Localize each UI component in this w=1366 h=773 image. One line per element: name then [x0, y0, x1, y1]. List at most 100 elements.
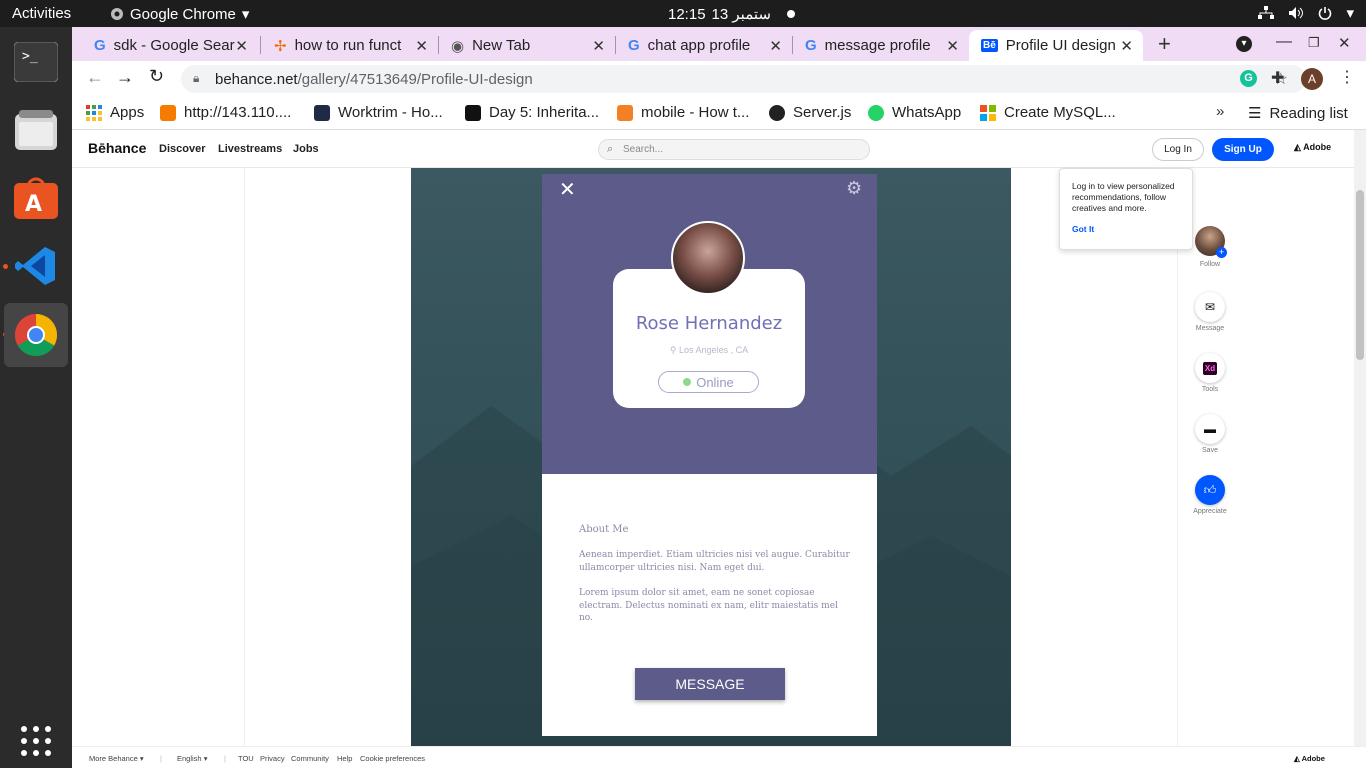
new-tab-icon[interactable]: +: [1158, 31, 1171, 57]
close-icon[interactable]: ✕: [946, 37, 959, 55]
more-bookmarks-icon[interactable]: »: [1216, 103, 1224, 120]
forward-icon[interactable]: →: [116, 67, 134, 88]
profile-avatar[interactable]: A: [1301, 68, 1323, 90]
close-icon[interactable]: ✕: [415, 37, 428, 55]
message-button[interactable]: ✉ Message: [1192, 292, 1228, 332]
address-bar[interactable]: 🔒︎ behance.net/gallery/47513649/Profile-…: [181, 65, 1306, 93]
save-button[interactable]: ▬ Save: [1192, 414, 1228, 454]
tab-sdk[interactable]: G sdk - Google Sear ✕: [82, 30, 258, 61]
bookmark-create-mysql[interactable]: Create MySQL...: [980, 104, 1116, 121]
rail-label: Appreciate: [1193, 508, 1227, 515]
tab-new-tab[interactable]: ◉ New Tab ✕: [439, 30, 615, 61]
footer-adobe-link[interactable]: ◭ Adobe: [1294, 754, 1325, 763]
tab-separator: [260, 36, 261, 54]
close-icon[interactable]: ✕: [1120, 37, 1133, 55]
clock-date: 13 ستمبر: [711, 6, 771, 23]
close-icon: ✕: [559, 179, 576, 201]
grammarly-icon[interactable]: G: [1240, 70, 1257, 87]
tools-button[interactable]: Xd Tools: [1192, 353, 1228, 393]
reading-list-icon: ☰: [1248, 105, 1262, 122]
tab-strip: G sdk - Google Sear ✕ ✢ how to run funct…: [72, 27, 1366, 61]
bookmark-whatsapp[interactable]: WhatsApp: [868, 104, 961, 121]
language-link[interactable]: English ▾: [177, 754, 207, 763]
close-window-icon[interactable]: ✕: [1338, 34, 1351, 52]
got-it-button[interactable]: Got It: [1072, 224, 1180, 235]
bookmark-stackoverflow[interactable]: mobile - How t...: [617, 104, 749, 121]
tab-title: sdk - Google Sear: [113, 37, 235, 54]
clock-time: 12:15: [668, 5, 706, 23]
extensions-icon[interactable]: ✚: [1271, 68, 1284, 88]
login-button[interactable]: Log In: [1152, 138, 1204, 161]
maximize-icon[interactable]: ❐: [1308, 35, 1320, 51]
vscode-icon[interactable]: [4, 234, 68, 298]
tab-chat-app-profile[interactable]: G chat app profile ✕: [616, 30, 792, 61]
chrome-icon[interactable]: [4, 303, 68, 367]
footer-link-community[interactable]: Community: [291, 754, 329, 763]
show-apps-icon[interactable]: [4, 709, 68, 773]
bookmark-worktrim[interactable]: Worktrim - Ho...: [314, 104, 443, 121]
tab-how-to-run[interactable]: ✢ how to run funct ✕: [262, 30, 438, 61]
divider: |: [160, 754, 162, 763]
tab-title: New Tab: [472, 37, 531, 54]
scrollbar-thumb[interactable]: [1356, 190, 1364, 360]
nav-livestreams[interactable]: Livestreams: [218, 143, 282, 155]
apps-grid-icon: [86, 104, 102, 121]
tooltip-text: Log in to view personalized recommendati…: [1072, 181, 1175, 213]
app-menu[interactable]: Google Chrome ▾: [110, 5, 249, 23]
footer-link-cookies[interactable]: Cookie preferences: [360, 754, 425, 763]
clock[interactable]: 12:15 13 ستمبر: [668, 5, 795, 23]
search-icon: ⌕: [607, 143, 614, 155]
svg-text:A: A: [25, 192, 42, 217]
system-tray[interactable]: ▾: [1258, 4, 1354, 22]
nav-jobs[interactable]: Jobs: [293, 143, 319, 155]
search-input[interactable]: ⌕ Search...: [598, 139, 870, 160]
tab-search-icon[interactable]: ▾: [1236, 36, 1252, 52]
svg-text:>_: >_: [22, 49, 38, 64]
more-behance-link[interactable]: More Behance ▾: [89, 754, 144, 763]
bookmark-label: Apps: [110, 104, 145, 121]
chrome-icon: ◉: [451, 37, 465, 55]
browser-window: G sdk - Google Sear ✕ ✢ how to run funct…: [72, 27, 1366, 130]
close-icon[interactable]: ✕: [235, 37, 248, 55]
adobe-link[interactable]: ◭ Adobe: [1294, 142, 1331, 153]
phpmyadmin-icon: [160, 104, 176, 121]
footer-link-privacy[interactable]: Privacy: [260, 754, 285, 763]
pin-icon: ⚲: [669, 345, 677, 355]
footer-link-help[interactable]: Help: [337, 754, 352, 763]
footer-label: More Behance: [89, 754, 138, 763]
tab-message-profile[interactable]: G message profile ✕: [793, 30, 969, 61]
activities-button[interactable]: Activities: [12, 5, 71, 22]
bookmark-serverjs[interactable]: Server.js: [769, 104, 851, 121]
files-icon[interactable]: [4, 98, 68, 162]
rail-label: Message: [1195, 325, 1225, 332]
menu-icon[interactable]: ⋮: [1339, 67, 1355, 87]
bookmark-label: http://143.110....: [184, 104, 292, 121]
bookmark-phpmyadmin[interactable]: http://143.110....: [160, 104, 291, 121]
profile-name: Rose Hernandez: [635, 313, 783, 334]
terminal-icon[interactable]: >_: [4, 30, 68, 94]
bookmark-apps[interactable]: Apps: [86, 104, 144, 121]
close-icon[interactable]: ✕: [592, 37, 605, 55]
signup-button[interactable]: Sign Up: [1212, 138, 1274, 161]
status-badge: Online: [658, 371, 759, 393]
tab-profile-ui-design[interactable]: Bē Profile UI design ✕: [969, 30, 1143, 61]
behance-logo[interactable]: Bēhance: [88, 140, 146, 156]
appreciate-button[interactable]: 👍︎ Appreciate: [1192, 475, 1228, 515]
bookmark-label: Day 5: Inherita...: [489, 104, 600, 121]
bookmark-label: Worktrim - Ho...: [338, 104, 443, 121]
bookmarks-bar: Apps http://143.110.... Worktrim - Ho...…: [72, 97, 1366, 130]
back-icon[interactable]: ←: [86, 67, 104, 88]
footer-link-tou[interactable]: TOU: [238, 754, 254, 763]
lock-icon: 🔒︎: [193, 71, 200, 85]
follow-button[interactable]: + Follow: [1192, 226, 1228, 268]
close-icon[interactable]: ✕: [769, 37, 782, 55]
reading-list[interactable]: ☰ Reading list: [1248, 104, 1348, 123]
bookmark-day5[interactable]: Day 5: Inherita...: [465, 104, 599, 121]
nav-discover[interactable]: Discover: [159, 143, 205, 155]
software-icon[interactable]: A: [4, 166, 68, 230]
profile-header: ✕ ⚙ Rose Hernandez ⚲ Los Angeles , CA On…: [542, 174, 877, 474]
minimize-icon[interactable]: —: [1276, 33, 1292, 51]
page-scrollbar[interactable]: [1354, 130, 1366, 746]
reload-icon[interactable]: ↻: [149, 66, 164, 87]
behance-header: Bēhance Discover Livestreams Jobs ⌕ Sear…: [72, 130, 1354, 168]
